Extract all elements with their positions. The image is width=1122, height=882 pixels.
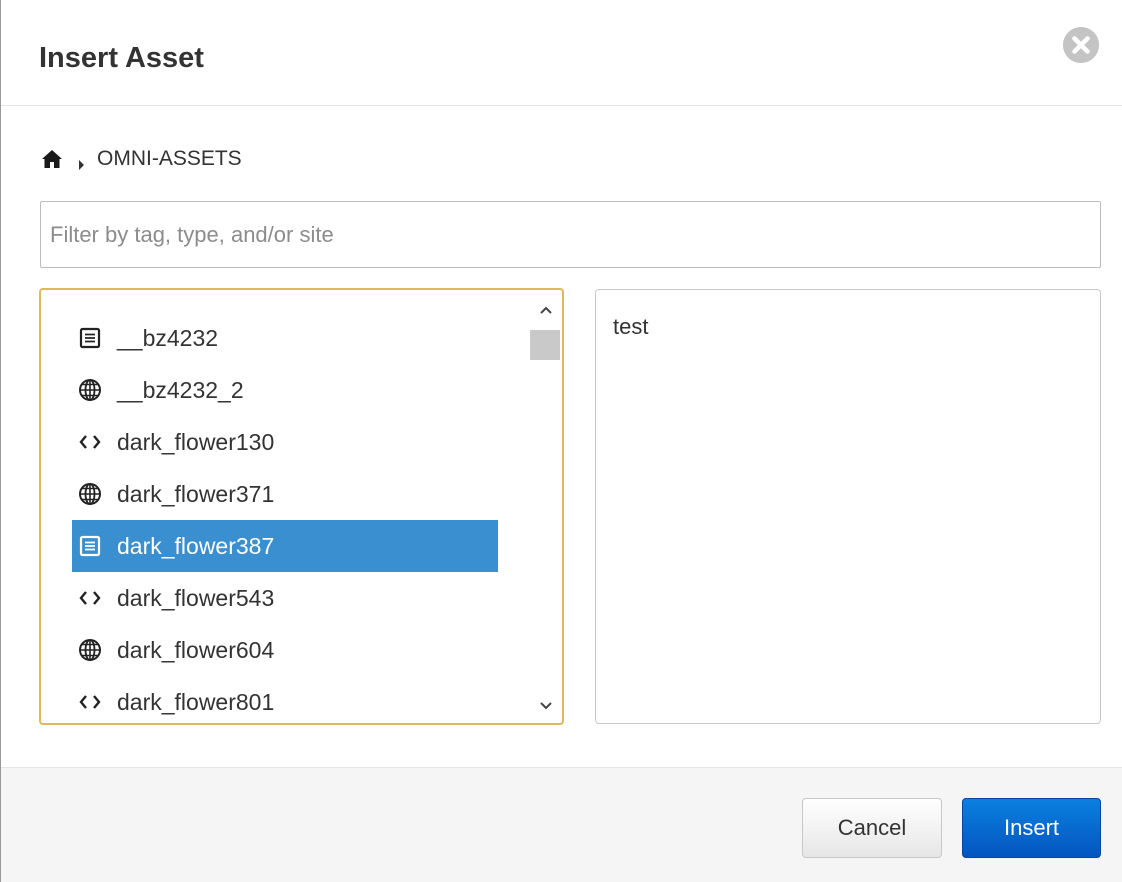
list-item-label: dark_flower387 [117,532,275,559]
scroll-up-button[interactable] [530,296,562,324]
scroll-down-button[interactable] [530,692,562,720]
list-item[interactable]: dark_flower371 [72,468,498,520]
cancel-button[interactable]: Cancel [802,798,942,858]
dialog-footer: Cancel Insert [1,767,1122,882]
globe-icon [77,481,103,507]
list-scrollbar[interactable] [530,290,562,723]
home-icon[interactable] [41,149,63,169]
dialog-title: Insert Asset [39,42,204,74]
list-item[interactable]: __bz4232 [72,312,498,364]
code-icon [77,429,103,455]
filter-input[interactable] [40,201,1101,268]
list-item-label: dark_flower130 [117,428,275,455]
list-item[interactable]: __bz4232_2 [72,364,498,416]
asset-list[interactable]: __bz4232 __bz4232_2 dark_flower130 dark_… [39,288,564,725]
list-item-label: dark_flower543 [117,584,275,611]
scroll-thumb[interactable] [530,330,560,360]
list-item[interactable]: dark_flower543 [72,572,498,624]
insert-button[interactable]: Insert [962,798,1101,858]
breadcrumb: OMNI-ASSETS [41,143,242,175]
asset-list-items: __bz4232 __bz4232_2 dark_flower130 dark_… [72,312,498,723]
list-item[interactable]: dark_flower130 [72,416,498,468]
code-icon [77,689,103,715]
document-icon [77,533,103,559]
list-item-label: dark_flower604 [117,636,275,663]
chevron-down-icon [540,702,552,710]
list-item-label: dark_flower371 [117,480,275,507]
globe-icon [77,637,103,663]
breadcrumb-item-omni-assets[interactable]: OMNI-ASSETS [97,147,242,171]
list-item-label: __bz4232_2 [117,376,244,403]
code-icon [77,585,103,611]
chevron-right-icon [77,153,85,170]
list-item-label: dark_flower801 [117,688,275,715]
asset-preview-pane: test [595,289,1101,724]
list-item[interactable]: dark_flower801 [72,676,498,723]
preview-text: test [613,314,649,339]
insert-asset-dialog: Insert Asset OMNI-ASSETS __bz4232 [0,0,1122,882]
chevron-up-icon [540,306,552,314]
close-icon [1063,27,1099,63]
list-item[interactable]: dark_flower604 [72,624,498,676]
globe-icon [77,377,103,403]
list-item-selected[interactable]: dark_flower387 [72,520,498,572]
list-item-label: __bz4232 [117,324,219,351]
document-icon [77,325,103,351]
close-button[interactable] [1063,27,1099,63]
dialog-header: Insert Asset [1,0,1122,106]
